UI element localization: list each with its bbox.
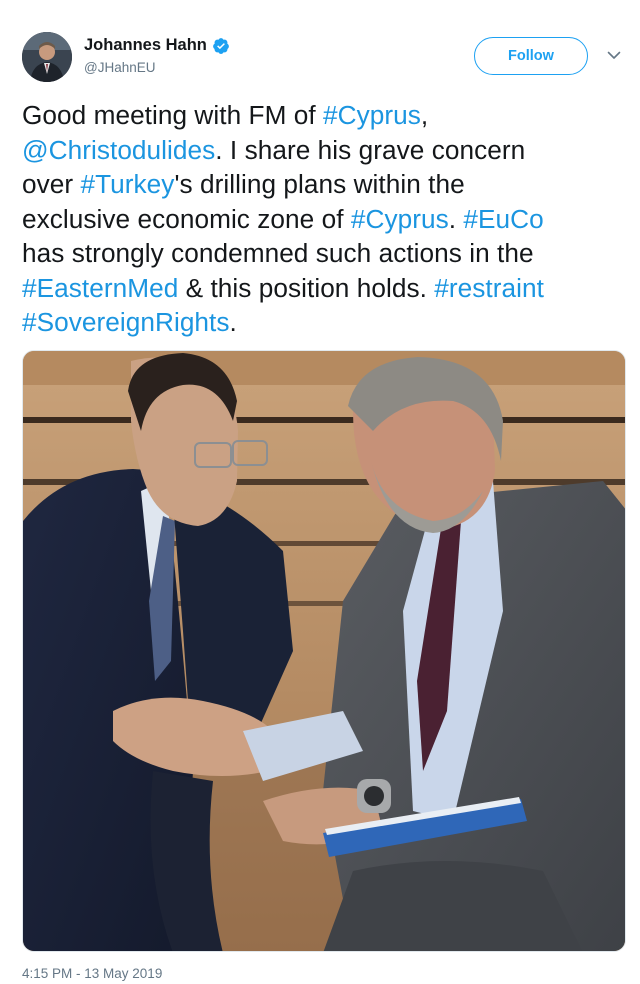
tweet-text-line: #EasternMed & this position holds. #rest… <box>22 271 626 306</box>
user-handle[interactable]: @JHahnEU <box>84 60 230 75</box>
tweet-text-line: Good meeting with FM of #Cyprus, <box>22 98 626 133</box>
hashtag-link[interactable]: #Cyprus <box>351 204 449 234</box>
hashtag-link[interactable]: #EasternMed <box>22 273 178 303</box>
display-name-row: Johannes Hahn <box>84 36 230 55</box>
user-block: Johannes Hahn @JHahnEU <box>84 36 230 75</box>
hashtag-link[interactable]: #SovereignRights <box>22 307 230 337</box>
tweet-photo[interactable] <box>22 350 626 952</box>
tweet-text-segment: has strongly condemned such actions in t… <box>22 238 534 268</box>
tweet-text-line: has strongly condemned such actions in t… <box>22 236 626 271</box>
avatar-photo-icon <box>22 32 72 82</box>
mention-link[interactable]: @Christodulides <box>22 135 215 165</box>
tweet-text-segment: . <box>229 307 237 337</box>
display-name[interactable]: Johannes Hahn <box>84 36 207 55</box>
tweet-text-segment: & this position holds. <box>178 272 435 303</box>
follow-button[interactable]: Follow <box>474 37 588 75</box>
hashtag-link[interactable]: #EuCo <box>463 204 543 234</box>
tweet-text-line: #SovereignRights. <box>22 305 626 340</box>
verified-badge-icon <box>212 37 230 55</box>
hashtag-link[interactable]: #Turkey <box>80 169 174 199</box>
timestamp[interactable]: 4:15 PM - 13 May 2019 <box>22 966 162 981</box>
tweet-text-segment: 's drilling plans within the <box>174 169 465 199</box>
tweet-text-segment: , <box>420 100 429 130</box>
hashtag-link[interactable]: #restraint <box>434 273 544 303</box>
tweet-header: Johannes Hahn @JHahnEU Follow <box>22 32 622 84</box>
tweet-text-segment: exclusive economic zone of <box>22 203 351 234</box>
photo-two-men-talking-icon <box>23 351 625 951</box>
chevron-down-icon[interactable] <box>606 47 622 63</box>
tweet-text-segment: over <box>22 169 81 199</box>
tweet-text-segment: . I share his grave concern <box>215 134 526 165</box>
tweet-text-segment: Good meeting with FM of <box>22 100 324 130</box>
avatar[interactable] <box>22 32 72 82</box>
tweet-text-line: exclusive economic zone of #Cyprus. #EuC… <box>22 202 626 237</box>
hashtag-link[interactable]: #Cyprus <box>323 100 421 130</box>
tweet-text-segment: . <box>448 203 464 234</box>
tweet-text-line: over #Turkey's drilling plans within the <box>22 167 626 202</box>
tweet-text: Good meeting with FM of #Cyprus, @Christo… <box>22 98 626 340</box>
tweet-text-line: @Christodulides. I share his grave conce… <box>22 133 626 168</box>
